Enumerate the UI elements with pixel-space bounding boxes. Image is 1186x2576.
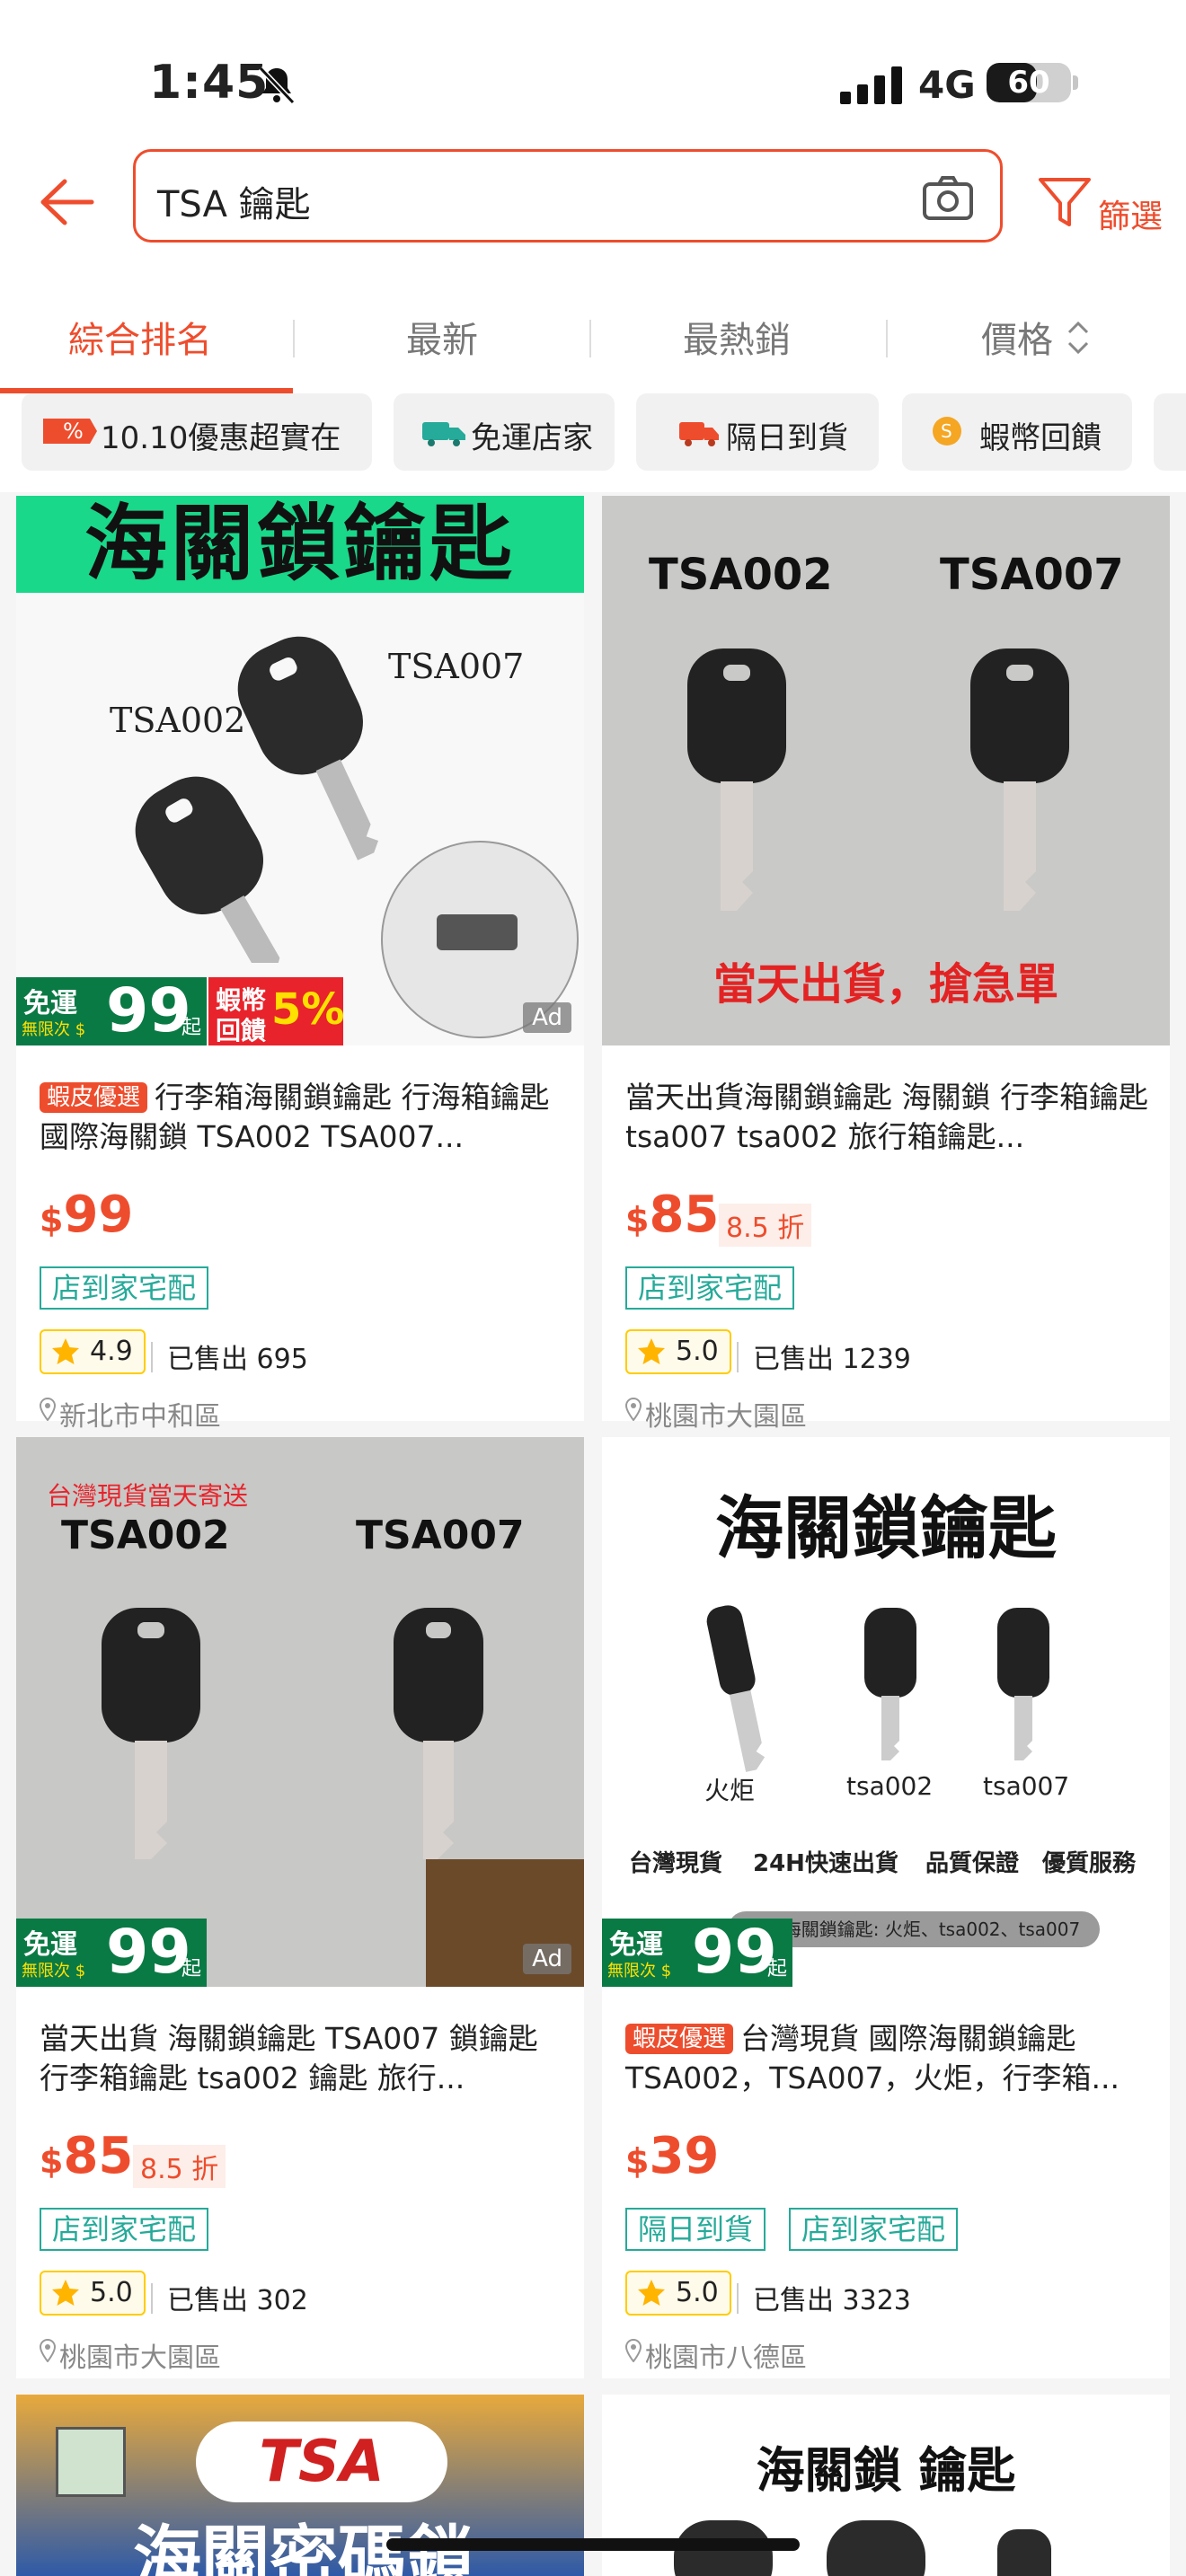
quick-filter-chips: % 10.10優惠超實在 免運店家 隔日到貨 S 蝦幣回饋 <box>0 393 1186 492</box>
chip-coin-cashback[interactable]: S 蝦幣回饋 <box>902 393 1132 471</box>
sort-tab-top-sales[interactable]: 最熱銷 <box>683 311 791 363</box>
free-shipping-badge: 免運 無限次 $ 99 起 <box>602 1917 792 1987</box>
seller-location: 桃園市大園區 <box>645 1401 807 1433</box>
back-arrow-icon[interactable] <box>34 171 97 234</box>
image-headline: 海關鎖鑰匙 <box>84 496 516 592</box>
camera-icon[interactable] <box>919 170 977 227</box>
image-banner: 當天出貨，搶急單 <box>712 959 1058 1010</box>
delivery-tag: 隔日到貨 <box>625 2208 766 2251</box>
delivery-tag: 店到家宅配 <box>40 1266 209 1310</box>
product-title: 當天出貨海關鎖鑰匙 海關鎖 行李箱鑰匙 tsa007 tsa002 旅行箱鑰匙.… <box>625 1080 1148 1154</box>
home-indicator <box>386 2538 800 2551</box>
location-pin-icon <box>625 1398 642 1421</box>
delivery-tag: 店到家宅配 <box>625 1266 795 1310</box>
coin-cashback-badge: 蝦幣 回饋 5% <box>208 977 345 1045</box>
rating-badge: 5.0 <box>40 2271 146 2316</box>
sold-count: 已售出 1239 <box>753 1344 911 1375</box>
sort-tab-relevance[interactable]: 綜合排名 <box>68 311 212 363</box>
discount-badge: 8.5 折 <box>719 1204 812 1247</box>
product-price: $39 <box>625 2127 720 2185</box>
svg-text:%: % <box>63 419 84 444</box>
seller-location: 新北市中和區 <box>59 1401 221 1433</box>
free-shipping-badge: 免運 無限次 $ 99 起 <box>16 1917 207 1987</box>
preferred-seller-tag: 蝦皮優選 <box>625 2024 734 2054</box>
logo-stamp <box>56 2427 126 2497</box>
sort-tab-latest[interactable]: 最新 <box>406 311 478 363</box>
search-query: TSA 鑰匙 <box>157 184 311 225</box>
status-bar: 1:45 4G 60 <box>0 0 1186 144</box>
location-pin-icon <box>40 1398 56 1421</box>
product-image: 海關鎖鑰匙 TSA002 TSA007 免運 無限次 $ 99 起 蝦幣 回饋 … <box>16 496 584 1045</box>
key-illustration <box>706 1605 1049 1772</box>
search-input[interactable]: TSA 鑰匙 <box>133 149 1003 243</box>
signal-icon <box>840 66 902 104</box>
search-header: TSA 鑰匙 篩選 <box>0 144 1186 260</box>
product-title: 蝦皮優選 行李箱海關鎖鑰匙 行海箱鑰匙 國際海關鎖 TSA002 TSA007..… <box>40 1080 550 1154</box>
chip-1010-sale[interactable]: % 10.10優惠超實在 <box>22 393 372 471</box>
truck-icon <box>422 422 465 446</box>
sold-count: 已售出 3323 <box>753 2285 911 2316</box>
rating-badge: 4.9 <box>40 1329 146 1374</box>
preferred-seller-tag: 蝦皮優選 <box>40 1082 148 1113</box>
product-image: 台灣現貨當天寄送 TSA002 TSA007 免運 無限次 $ 99 起 Ad <box>16 1437 584 1987</box>
delivery-tag: 店到家宅配 <box>40 2208 209 2251</box>
svg-text:S: S <box>941 420 952 442</box>
chip-more[interactable] <box>1154 393 1186 471</box>
discount-tag-icon: % <box>43 419 97 444</box>
battery-level: 60 <box>1007 65 1050 101</box>
product-price: $85 <box>625 1186 720 1244</box>
discount-badge: 8.5 折 <box>133 2145 226 2188</box>
free-shipping-badge: 免運 無限次 $ 99 起 <box>16 975 207 1045</box>
status-time: 1:45 <box>149 56 270 110</box>
product-card[interactable]: TSA002 TSA007 當天出貨，搶急單 當天出貨海關鎖鑰匙 海關鎖 行李箱… <box>602 496 1170 1433</box>
product-card[interactable]: 台灣現貨當天寄送 TSA002 TSA007 免運 無限次 $ 99 起 Ad … <box>16 1437 584 2378</box>
network-type: 4G <box>918 63 976 107</box>
ad-label: Ad <box>523 1944 571 1974</box>
product-price: $85 <box>40 2127 134 2185</box>
product-title: 當天出貨 海關鎖鑰匙 TSA007 鎖鑰匙 行李箱鑰匙 tsa002 鑰匙 旅行… <box>40 2021 538 2095</box>
location-pin-icon <box>40 2339 56 2362</box>
key-illustration <box>687 648 1069 911</box>
rating-badge: 5.0 <box>625 1329 731 1374</box>
chip-next-day[interactable]: 隔日到貨 <box>636 393 879 471</box>
bell-muted-icon <box>258 66 296 105</box>
image-headline: 海關鎖鑰匙 <box>715 1488 1057 1568</box>
fast-truck-icon <box>679 422 719 446</box>
product-title: 蝦皮優選 台灣現貨 國際海關鎖鑰匙 TSA002，TSA007，火炬，行李箱... <box>625 2021 1120 2095</box>
seller-location: 桃園市大園區 <box>59 2342 221 2374</box>
product-image: TSA002 TSA007 當天出貨，搶急單 <box>602 496 1170 1045</box>
sort-tab-price[interactable]: 價格 <box>981 311 1053 363</box>
chip-free-shipping[interactable]: 免運店家 <box>394 393 615 471</box>
battery-icon: 60 <box>987 63 1071 102</box>
sort-toggle-icon[interactable] <box>1066 316 1091 359</box>
star-icon <box>638 1338 665 1364</box>
filter-button[interactable]: 篩選 <box>1098 190 1163 237</box>
product-price: $99 <box>40 1186 134 1244</box>
product-card[interactable]: 海關鎖鑰匙 TSA002 TSA007 免運 無限次 $ 99 起 蝦幣 回饋 … <box>16 496 584 1433</box>
star-icon <box>52 2280 79 2306</box>
ad-label: Ad <box>523 1002 571 1033</box>
delivery-tag: 店到家宅配 <box>789 2208 959 2251</box>
product-card[interactable]: 海關鎖鑰匙 火炬 tsa002 tsa007 台灣現貨 24H快速出貨 品質保證… <box>602 1437 1170 2378</box>
rating-badge: 5.0 <box>625 2271 731 2316</box>
star-icon <box>52 1338 79 1364</box>
filter-icon[interactable] <box>1033 171 1096 234</box>
image-headline: 海關鎖 鑰匙 <box>756 2442 1016 2499</box>
sort-bar: 綜合排名 最新 最熱銷 價格 <box>0 260 1186 394</box>
location-pin-icon <box>625 2339 642 2362</box>
coin-icon: S <box>933 417 961 446</box>
seller-location: 桃園市八德區 <box>645 2342 807 2374</box>
sold-count: 已售出 695 <box>167 1344 308 1375</box>
key-illustration <box>102 1608 483 1859</box>
sold-count: 已售出 302 <box>167 2285 308 2316</box>
product-image: 海關鎖鑰匙 火炬 tsa002 tsa007 台灣現貨 24H快速出貨 品質保證… <box>602 1437 1170 1987</box>
star-icon <box>638 2280 665 2306</box>
